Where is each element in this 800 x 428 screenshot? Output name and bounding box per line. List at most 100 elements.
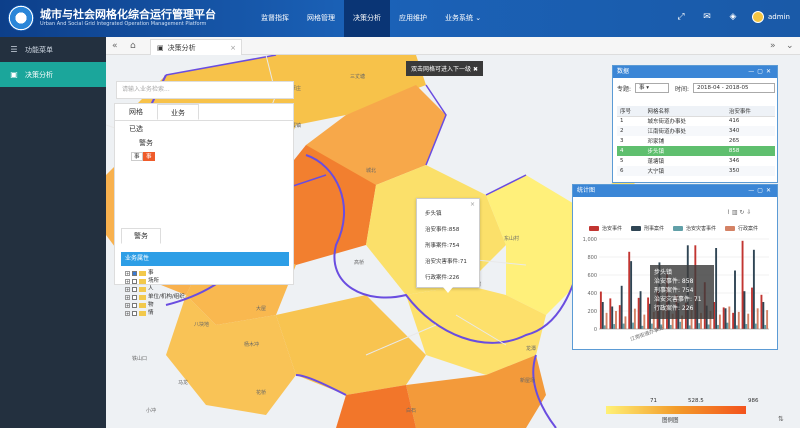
user-menu[interactable]: admin <box>752 11 790 23</box>
home-icon[interactable]: ⌂ <box>130 40 136 52</box>
bar[interactable] <box>603 325 606 329</box>
close-icon[interactable]: ✖ <box>473 66 478 73</box>
checkbox[interactable] <box>132 278 137 284</box>
close-icon[interactable]: × <box>230 44 236 52</box>
table-row[interactable]: 3 邓家铺 265 <box>617 136 775 146</box>
checkbox[interactable] <box>132 286 137 292</box>
map-view[interactable]: 谷溪镇三丈塘龙厚庄杨家坪九山寨城北石门乡东山村八块地大屋杨木冲马龙花桥铁山口小冲… <box>106 55 800 428</box>
bar[interactable] <box>624 316 627 329</box>
bar[interactable] <box>751 287 753 329</box>
bar[interactable] <box>637 297 640 329</box>
chart-window-header[interactable]: 统计图 —▢✕ <box>573 185 777 197</box>
chip-event-selected[interactable]: 事 <box>143 152 155 161</box>
bar[interactable] <box>728 306 731 330</box>
bar[interactable] <box>601 302 604 329</box>
bar[interactable] <box>715 248 718 329</box>
bar[interactable] <box>766 310 769 329</box>
expand-icon[interactable]: + <box>125 310 130 316</box>
bar[interactable] <box>707 324 710 330</box>
window-controls[interactable]: —▢✕ <box>748 66 774 78</box>
close-icon[interactable]: × <box>470 201 475 208</box>
bar[interactable] <box>628 251 631 329</box>
bar[interactable] <box>698 323 701 329</box>
expand-icon[interactable]: + <box>125 294 130 300</box>
search-input[interactable]: 请输入业务检索... <box>116 81 294 99</box>
scroll-icon[interactable]: ⇅ <box>778 415 784 423</box>
bar[interactable] <box>611 306 614 330</box>
legend-item[interactable]: 刑事案件 <box>631 225 664 232</box>
bar[interactable] <box>647 297 650 330</box>
time-range-input[interactable]: 2018-04 - 2018-05 <box>693 83 775 93</box>
tree-item-org[interactable]: + 单位/机构/组织 <box>125 293 185 301</box>
bar[interactable] <box>688 325 691 329</box>
legend-item[interactable]: 治安灾害事件 <box>673 225 716 232</box>
bar[interactable] <box>735 325 738 329</box>
legend-item[interactable]: 治安事件 <box>589 225 622 232</box>
bar[interactable] <box>643 314 646 329</box>
chevron-down-icon[interactable]: ⌄ <box>786 40 794 52</box>
expand-icon[interactable]: + <box>125 270 130 276</box>
tree-item-situation[interactable]: + 情 <box>125 309 185 317</box>
fullscreen-icon[interactable]: ⤢ <box>676 12 686 22</box>
expand-icon[interactable]: + <box>125 302 130 308</box>
nav-supervision[interactable]: 监督指挥 <box>252 0 298 37</box>
bar[interactable] <box>745 324 748 329</box>
tag-icon[interactable]: ◈ <box>728 12 738 22</box>
table-row[interactable]: 1 城东街道办事处 416 <box>617 116 775 126</box>
bar[interactable] <box>724 308 727 329</box>
nav-grid-management[interactable]: 网格管理 <box>298 0 344 37</box>
bar[interactable] <box>630 261 633 329</box>
table-row[interactable]: 2 江南街道办事处 340 <box>617 126 775 136</box>
window-controls[interactable]: —▢✕ <box>748 185 774 197</box>
bar[interactable] <box>760 294 763 329</box>
checkbox[interactable] <box>132 270 137 276</box>
bar[interactable] <box>633 308 636 329</box>
bar[interactable] <box>747 313 750 329</box>
bar[interactable] <box>641 325 644 329</box>
tab-police[interactable]: 警务 <box>121 228 161 244</box>
bar[interactable] <box>756 308 759 329</box>
double-chevron-left-icon[interactable]: « <box>112 40 118 52</box>
tree-item-event[interactable]: + 事 <box>125 269 185 277</box>
expand-icon[interactable]: + <box>125 278 130 284</box>
bar[interactable] <box>613 324 616 329</box>
bar[interactable] <box>726 322 729 329</box>
bar[interactable] <box>620 285 623 329</box>
bar[interactable] <box>754 323 757 329</box>
bar[interactable] <box>718 314 721 329</box>
chip-event[interactable]: 事 <box>131 152 143 161</box>
table-row[interactable]: 6 大宁镇 350 <box>617 166 775 176</box>
checkbox[interactable] <box>132 310 137 316</box>
expand-icon[interactable]: + <box>125 286 130 292</box>
bar[interactable] <box>717 324 719 329</box>
double-chevron-right-icon[interactable]: » <box>770 40 776 52</box>
bar[interactable] <box>632 322 634 329</box>
bar[interactable] <box>599 291 602 329</box>
bar[interactable] <box>752 249 755 329</box>
bar[interactable] <box>618 305 621 329</box>
message-icon[interactable]: ✉ <box>702 12 712 22</box>
tab-business[interactable]: 业务 <box>157 104 199 120</box>
sidebar-item-menu[interactable]: ☰ 功能菜单 <box>0 37 106 62</box>
checkbox[interactable] <box>132 302 137 308</box>
checkbox[interactable] <box>132 294 137 300</box>
nav-app-maintenance[interactable]: 应用维护 <box>390 0 436 37</box>
bar[interactable] <box>669 324 672 329</box>
tree-item-place[interactable]: + 场所 <box>125 277 185 285</box>
tab-grid[interactable]: 网格 <box>115 104 157 120</box>
tree-item-person[interactable]: + 人 <box>125 285 185 293</box>
bar[interactable] <box>734 270 736 330</box>
legend-item[interactable]: 行政案件 <box>725 225 758 232</box>
chart-toolbox[interactable]: ⌇ ▥ ↻ ⇩ <box>727 209 751 216</box>
bar[interactable] <box>639 291 642 329</box>
bar[interactable] <box>679 321 682 329</box>
topic-select[interactable]: 事 ▾ <box>635 83 669 93</box>
bar[interactable] <box>764 324 767 329</box>
table-row[interactable]: 5 蓬塘镇 346 <box>617 156 775 166</box>
tree-item-object[interactable]: + 物 <box>125 301 185 309</box>
bar[interactable] <box>622 323 625 329</box>
table-row-selected[interactable]: 4 步头镇 858 <box>617 146 775 156</box>
bar[interactable] <box>722 307 725 329</box>
nav-decision-analysis[interactable]: 决策分析 <box>344 0 390 37</box>
bar[interactable] <box>737 311 740 329</box>
